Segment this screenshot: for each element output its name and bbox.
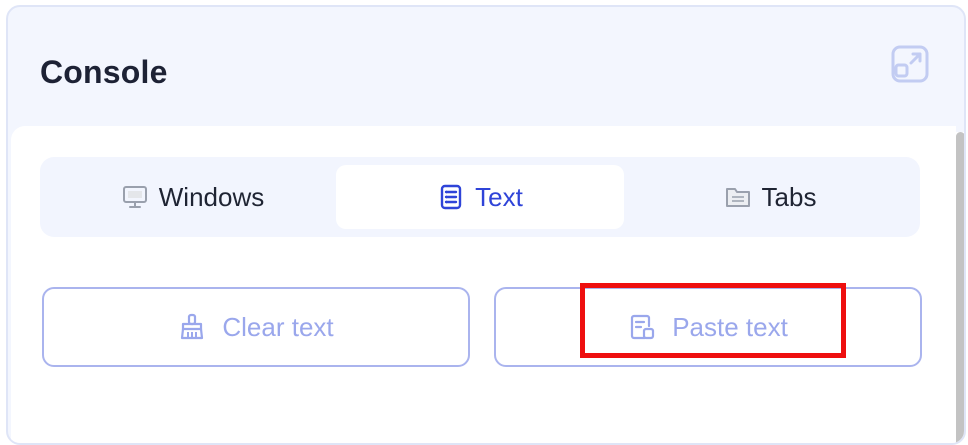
console-panel: Console Windows Text Tabs Clear text Pas… bbox=[6, 5, 966, 445]
clear-text-button[interactable]: Clear text bbox=[42, 287, 470, 367]
tab-tabs[interactable]: Tabs bbox=[625, 165, 915, 229]
tab-text-label: Text bbox=[475, 181, 523, 212]
tab-windows[interactable]: Windows bbox=[50, 165, 335, 229]
panel-title: Console bbox=[40, 54, 168, 90]
scrollbar-thumb[interactable] bbox=[956, 132, 964, 443]
paste-text-button[interactable]: Paste text bbox=[494, 287, 922, 367]
paste-text-label: Paste text bbox=[672, 311, 788, 342]
monitor-icon bbox=[121, 183, 149, 211]
tab-tabs-label: Tabs bbox=[761, 181, 817, 212]
tab-text[interactable]: Text bbox=[336, 165, 624, 229]
clear-text-label: Clear text bbox=[222, 311, 334, 342]
document-lines-icon bbox=[437, 183, 465, 211]
scrollbar[interactable] bbox=[954, 132, 964, 443]
paste-document-icon bbox=[628, 313, 656, 341]
folder-icon bbox=[724, 183, 752, 211]
popout-icon[interactable] bbox=[890, 44, 930, 84]
tab-windows-label: Windows bbox=[158, 181, 265, 212]
broom-icon bbox=[178, 313, 206, 341]
tab-bar: Windows Text Tabs bbox=[40, 157, 920, 237]
